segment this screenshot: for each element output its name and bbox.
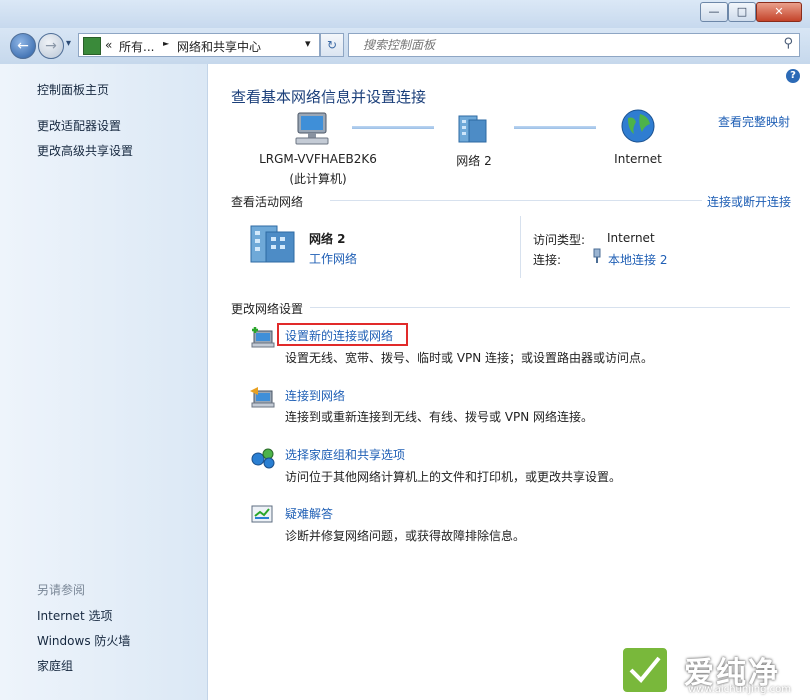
setup-new-connection-link[interactable]: 设置新的连接或网络 — [285, 327, 393, 344]
search-box[interactable]: ⚲ — [348, 33, 800, 57]
address-dropdown-icon[interactable]: ▾ — [305, 37, 311, 50]
computer-icon — [295, 112, 329, 145]
title-bar — [0, 0, 810, 28]
left-task-pane — [0, 64, 208, 700]
maximize-button[interactable]: □ — [728, 2, 756, 22]
control-panel-icon — [83, 37, 101, 55]
troubleshoot-icon — [251, 505, 273, 523]
section-divider — [310, 307, 790, 308]
connect-to-network-desc: 连接到或重新连接到无线、有线、拨号或 VPN 网络连接。 — [285, 410, 594, 424]
search-input[interactable] — [361, 37, 765, 53]
work-network-icon — [250, 225, 295, 263]
sidebar-item-adapter-settings[interactable]: 更改适配器设置 — [37, 117, 121, 134]
sidebar-item-control-panel-home[interactable]: 控制面板主页 — [37, 81, 109, 98]
watermark-logo-icon — [620, 645, 670, 695]
refresh-button[interactable]: ↻ — [320, 33, 344, 57]
homegroup-sharing-icon — [251, 448, 275, 469]
search-icon[interactable]: ⚲ — [783, 36, 793, 51]
close-button[interactable]: ✕ — [756, 2, 802, 22]
connection-label: 连接: — [533, 253, 562, 267]
vertical-divider — [520, 216, 521, 278]
sidebar-item-homegroup[interactable]: 家庭组 — [37, 657, 73, 674]
active-networks-heading: 查看活动网络 — [231, 195, 304, 209]
ethernet-connection-icon — [593, 248, 601, 263]
forward-button[interactable]: → — [38, 33, 64, 59]
minimize-button[interactable]: — — [700, 2, 728, 22]
breadcrumb-network-center[interactable]: 网络和共享中心 — [177, 38, 261, 55]
internet-label: Internet — [614, 152, 662, 166]
breadcrumb-separator-icon[interactable]: ► — [163, 39, 169, 48]
computer-subtitle: (此计算机) — [289, 172, 347, 186]
view-full-map-link[interactable]: 查看完整映射 — [718, 113, 790, 130]
see-also-heading: 另请参阅 — [37, 583, 86, 597]
new-connection-icon — [251, 327, 275, 348]
connect-to-network-link[interactable]: 连接到网络 — [285, 387, 345, 404]
breadcrumb-all-items[interactable]: 所有... — [119, 38, 154, 55]
recent-pages-chevron-icon[interactable]: ▾ — [66, 38, 71, 49]
connect-disconnect-link[interactable]: 连接或断开连接 — [707, 193, 791, 210]
help-icon[interactable]: ? — [786, 69, 800, 83]
computer-name: LRGM-VVFHAEB2K6 — [259, 152, 377, 166]
breadcrumb-root[interactable]: « — [105, 38, 112, 52]
internet-globe-icon — [621, 109, 655, 143]
sidebar-item-windows-firewall[interactable]: Windows 防火墙 — [37, 632, 130, 649]
network-type-link[interactable]: 工作网络 — [309, 250, 357, 267]
local-connection-link[interactable]: 本地连接 2 — [608, 251, 667, 268]
sidebar-item-internet-options[interactable]: Internet 选项 — [37, 607, 112, 624]
section-divider — [330, 200, 702, 201]
access-type-label: 访问类型: — [533, 233, 586, 247]
watermark-url: www.aichunjing.com — [688, 684, 791, 695]
network-name: 网络 2 — [456, 154, 492, 168]
connection-line — [352, 126, 434, 129]
change-settings-heading: 更改网络设置 — [231, 302, 304, 316]
setup-new-connection-desc: 设置无线、宽带、拨号、临时或 VPN 连接；或设置路由器或访问点。 — [285, 351, 654, 365]
troubleshoot-desc: 诊断并修复网络问题，或获得故障排除信息。 — [285, 529, 526, 543]
troubleshoot-link[interactable]: 疑难解答 — [285, 505, 333, 522]
active-network-name: 网络 2 — [309, 232, 346, 246]
back-button[interactable]: ← — [10, 33, 36, 59]
page-title: 查看基本网络信息并设置连接 — [231, 88, 427, 106]
connect-network-icon — [250, 387, 275, 408]
network-icon — [458, 115, 487, 143]
homegroup-sharing-link[interactable]: 选择家庭组和共享选项 — [285, 446, 405, 463]
connection-line — [514, 126, 596, 129]
homegroup-sharing-desc: 访问位于其他网络计算机上的文件和打印机，或更改共享设置。 — [285, 470, 622, 484]
access-type-value: Internet — [607, 231, 655, 245]
sidebar-item-advanced-sharing[interactable]: 更改高级共享设置 — [37, 142, 133, 159]
address-bar[interactable]: « 所有... ► 网络和共享中心 ▾ — [78, 33, 320, 57]
